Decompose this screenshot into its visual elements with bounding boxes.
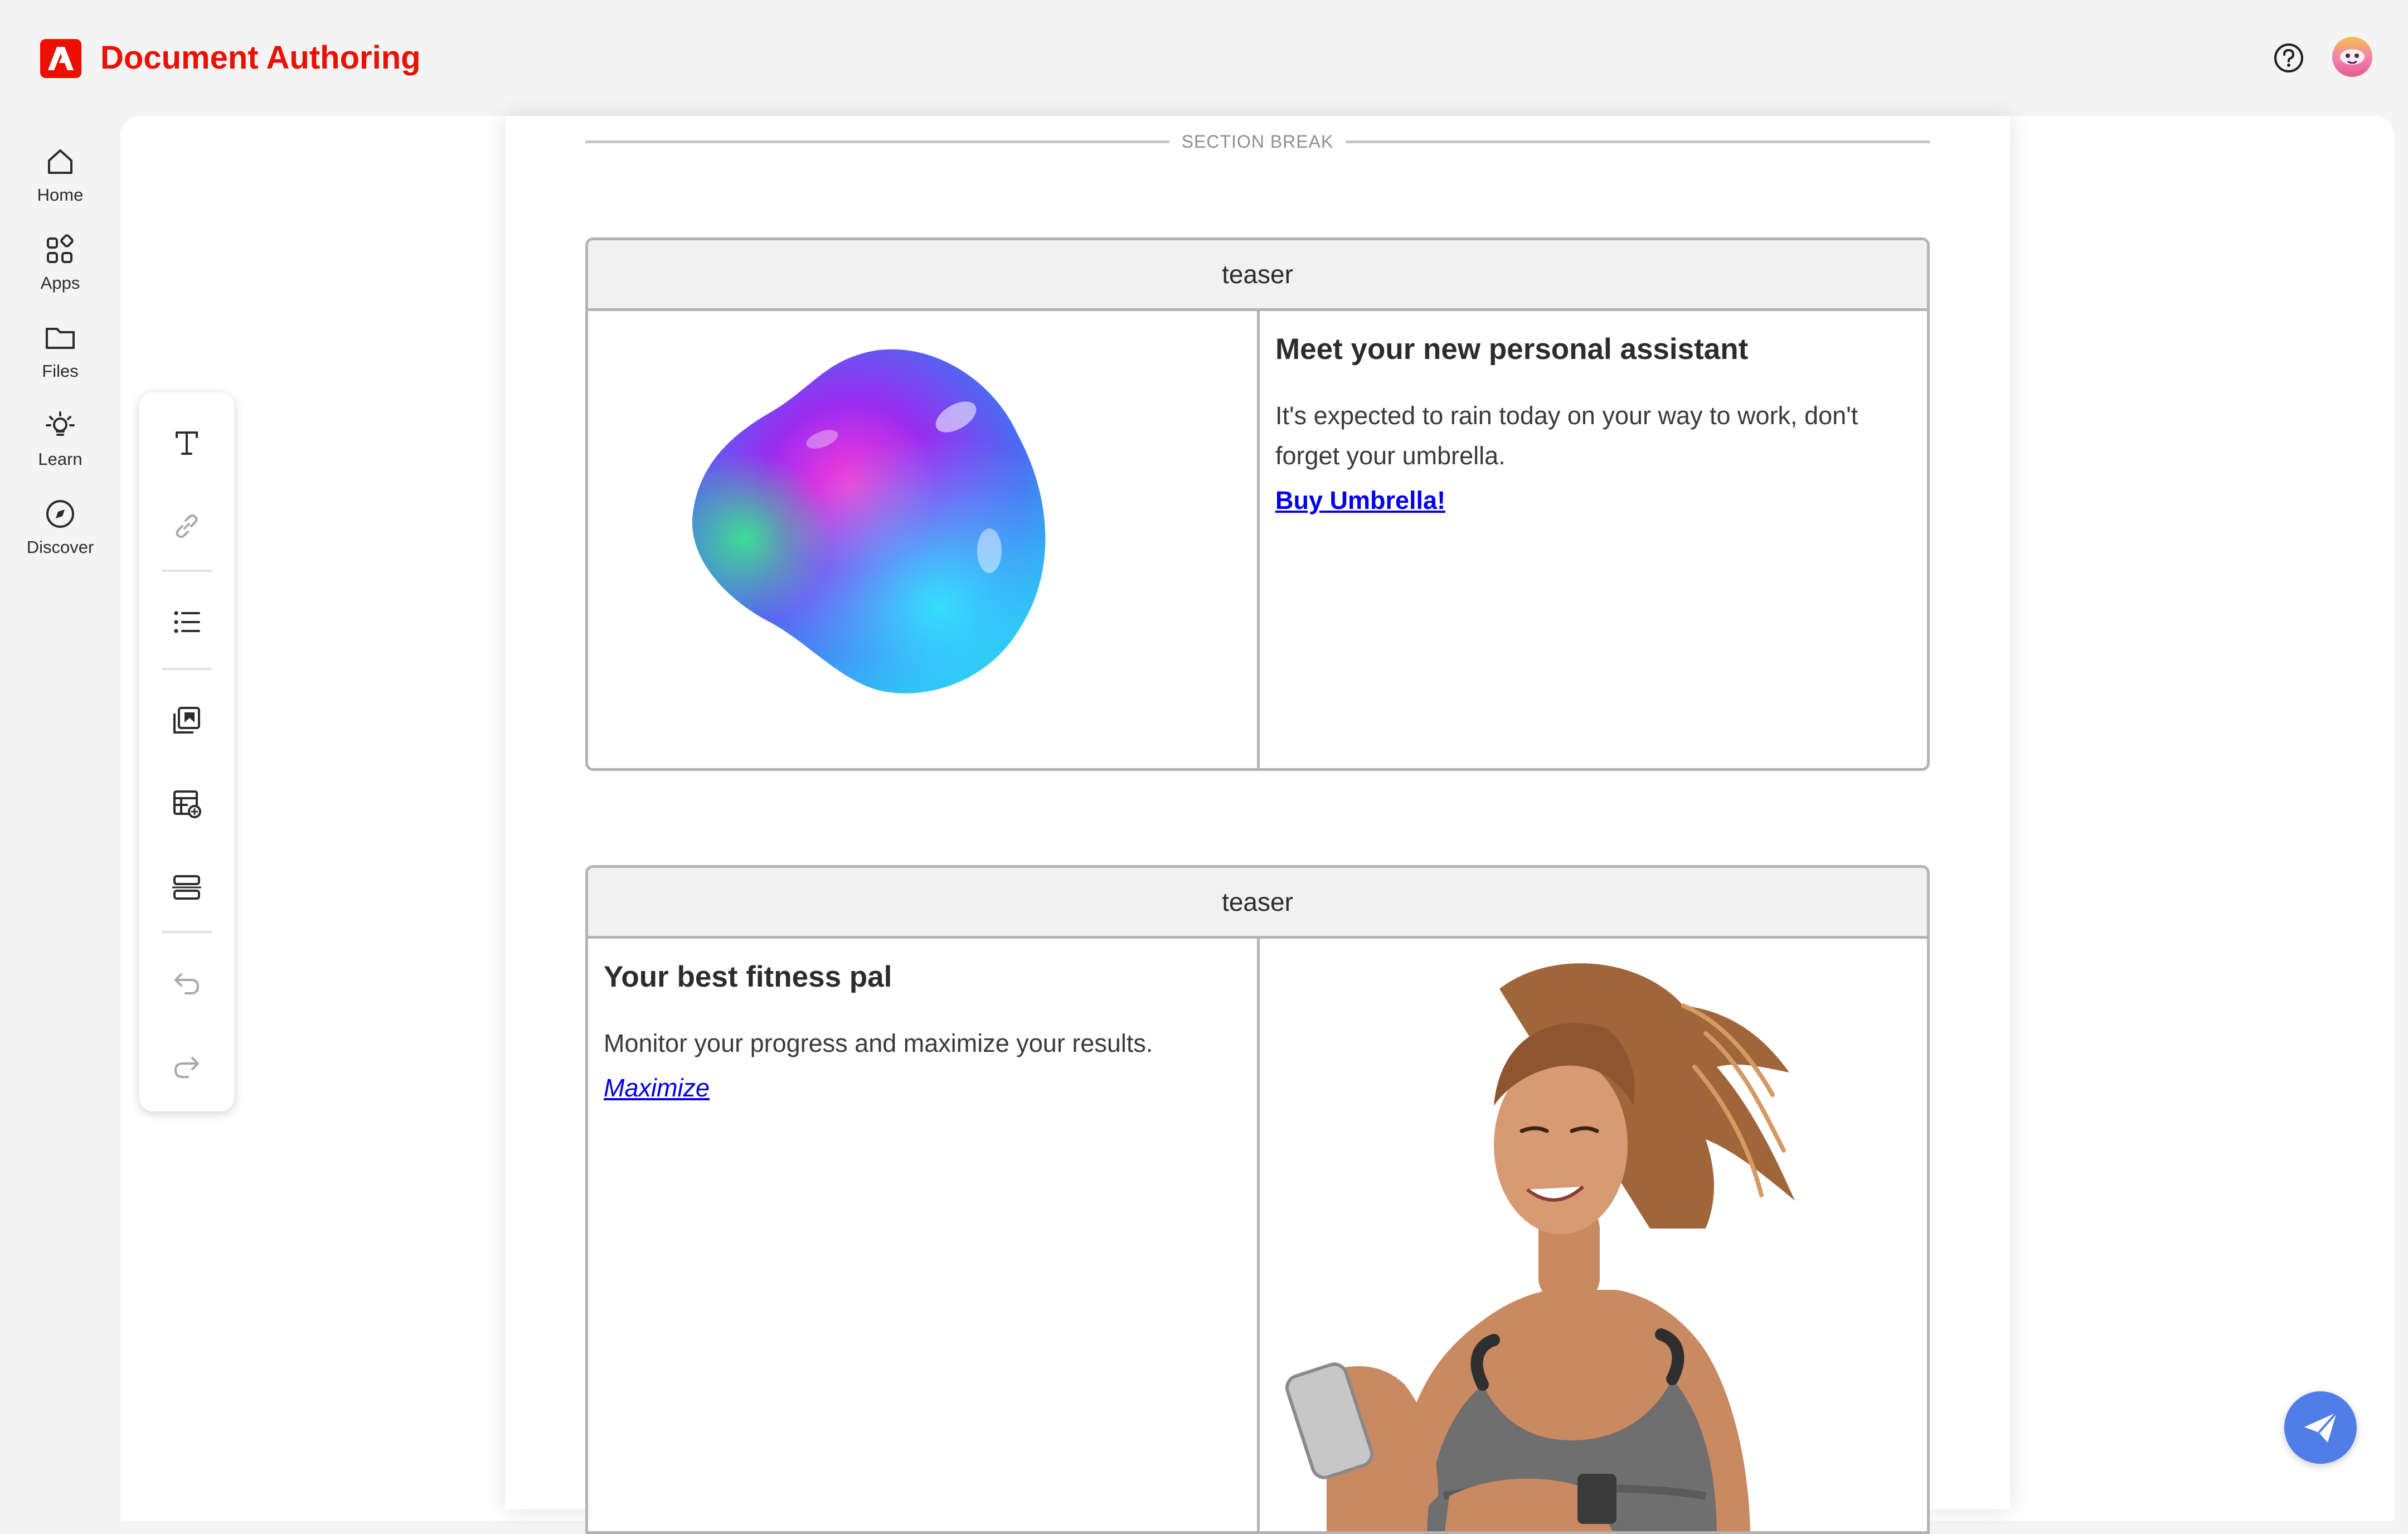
teaser-block-1[interactable]: teaser Meet your new personal assistant … xyxy=(585,237,1930,771)
rail-item-discover[interactable]: Discover xyxy=(11,498,109,557)
lightbulb-icon xyxy=(46,411,75,436)
undo-button[interactable] xyxy=(159,955,215,1011)
section-icon xyxy=(172,875,201,900)
teaser-title[interactable]: Meet your new personal assistant xyxy=(1275,330,1911,369)
rail-label-learn: Learn xyxy=(38,449,82,469)
link-icon xyxy=(176,514,198,538)
text-cell[interactable]: Meet your new personal assistant It's ex… xyxy=(1260,311,1927,768)
rail-item-apps[interactable]: Apps xyxy=(11,234,109,293)
rail-label-discover: Discover xyxy=(26,537,94,557)
adobe-logo-icon[interactable] xyxy=(40,39,81,78)
home-icon xyxy=(48,149,72,174)
redo-button[interactable] xyxy=(159,1039,215,1095)
send-icon xyxy=(2304,1411,2338,1443)
teaser-body[interactable]: It's expected to rain today on your way … xyxy=(1275,396,1911,476)
folder-icon xyxy=(46,328,75,349)
list-tool-button[interactable] xyxy=(159,594,215,650)
undo-icon xyxy=(174,973,199,994)
send-fab[interactable] xyxy=(2284,1391,2401,1464)
toolbar-separator xyxy=(162,570,212,572)
help-icon[interactable] xyxy=(2273,42,2304,74)
rail-label-apps: Apps xyxy=(40,273,80,293)
formatting-toolbar xyxy=(139,392,234,1111)
rail-item-files[interactable]: Files xyxy=(11,322,109,381)
woman-running-with-phone-image[interactable] xyxy=(1260,939,1927,1534)
section-break-label: SECTION BREAK xyxy=(1169,132,1346,152)
iridescent-blob-image[interactable] xyxy=(588,311,1257,771)
section-break: SECTION BREAK xyxy=(585,129,1930,154)
image-cell[interactable] xyxy=(588,311,1257,771)
table-tool-button[interactable] xyxy=(159,776,215,832)
buy-umbrella-link[interactable]: Buy Umbrella! xyxy=(1275,480,1445,521)
block-name: teaser xyxy=(588,240,1927,311)
teaser-block-2[interactable]: teaser Your best fitness pal Monitor you… xyxy=(585,865,1930,1534)
maximize-link[interactable]: Maximize xyxy=(604,1068,710,1108)
list-icon xyxy=(174,611,200,633)
redo-icon xyxy=(174,1057,199,1078)
table-icon xyxy=(173,790,201,818)
rail-label-files: Files xyxy=(42,361,79,381)
image-tool-button[interactable] xyxy=(159,692,215,748)
text-cell[interactable]: Your best fitness pal Monitor your progr… xyxy=(588,939,1257,1531)
user-avatar[interactable] xyxy=(2332,37,2372,77)
rail-item-learn[interactable]: Learn xyxy=(11,410,109,469)
rail-item-home[interactable]: Home xyxy=(11,146,109,205)
top-bar: Document Authoring xyxy=(0,0,2408,117)
image-cell[interactable] xyxy=(1260,939,1927,1534)
toolbar-separator xyxy=(162,668,212,670)
compass-icon xyxy=(46,500,74,528)
text-tool-button[interactable] xyxy=(159,415,215,470)
section-tool-button[interactable] xyxy=(159,860,215,915)
apps-icon xyxy=(47,234,74,263)
rail-label-home: Home xyxy=(37,185,84,205)
block-name: teaser xyxy=(588,868,1927,939)
text-icon xyxy=(176,431,198,455)
link-tool-button[interactable] xyxy=(159,498,215,554)
image-icon xyxy=(173,707,200,734)
teaser-body[interactable]: Monitor your progress and maximize your … xyxy=(604,1023,1241,1064)
toolbar-separator xyxy=(162,931,212,933)
app-title[interactable]: Document Authoring xyxy=(100,36,421,80)
send-button[interactable] xyxy=(2284,1391,2357,1464)
teaser-title[interactable]: Your best fitness pal xyxy=(604,958,1241,997)
